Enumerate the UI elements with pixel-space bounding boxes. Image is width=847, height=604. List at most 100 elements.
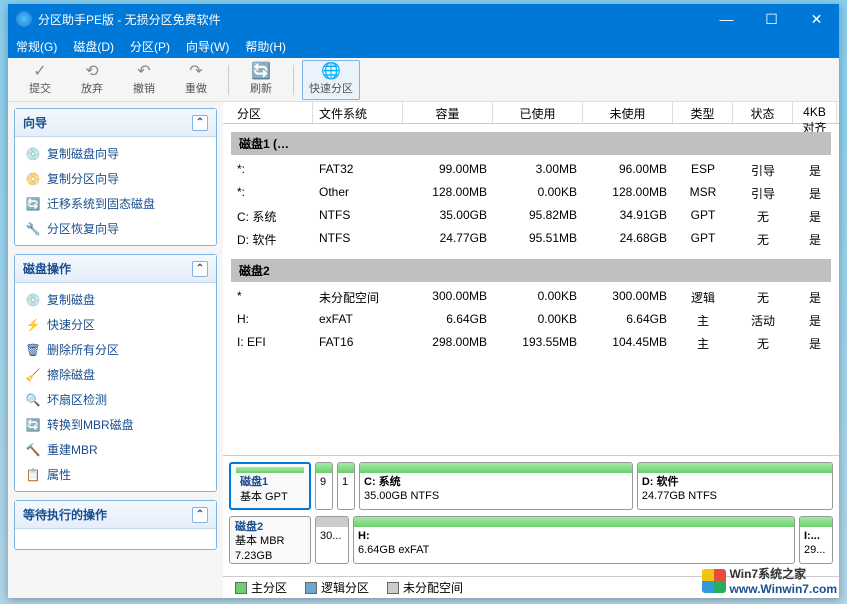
col-free[interactable]: 未使用 — [583, 102, 673, 123]
panel-pending-body — [15, 529, 216, 549]
disk1-part-d[interactable]: D: 软件24.77GB NTFS — [637, 462, 833, 510]
menu-help[interactable]: 帮助(H) — [245, 38, 286, 55]
toolbar-redo[interactable]: ↷重做 — [172, 60, 220, 100]
legend-logical: 逻辑分区 — [305, 579, 369, 596]
maximize-button[interactable]: ☐ — [749, 4, 794, 34]
close-button[interactable]: ✕ — [794, 4, 839, 34]
menu-bar: 常规(G) 磁盘(D) 分区(P) 向导(W) 帮助(H) — [8, 34, 839, 58]
table-body[interactable]: 磁盘1 (…*:FAT3299.00MB3.00MB96.00MBESP引导是*… — [223, 124, 839, 455]
disk1-part-msr[interactable]: 1 — [337, 462, 355, 510]
diskops-item[interactable]: 💿复制磁盘 — [15, 287, 216, 312]
partition-row[interactable]: *未分配空间300.00MB0.00KB300.00MB逻辑无是 — [223, 286, 839, 309]
app-icon — [16, 11, 32, 27]
watermark: Win7系统之家www.Winwin7.com — [702, 565, 837, 596]
menu-partition[interactable]: 分区(P) — [130, 38, 170, 55]
wizard-item-icon: 🔄 — [25, 196, 41, 212]
menu-disk[interactable]: 磁盘(D) — [73, 38, 114, 55]
diskops-item-icon: 🔨 — [25, 442, 41, 458]
diskops-item[interactable]: 🗑删除所有分区 — [15, 337, 216, 362]
col-partition[interactable]: 分区 — [223, 102, 313, 123]
disk1-part-c[interactable]: C: 系统35.00GB NTFS — [359, 462, 633, 510]
menu-general[interactable]: 常规(G) — [16, 38, 57, 55]
title-bar: 分区助手PE版 - 无损分区免费软件 — ☐ ✕ — [8, 4, 839, 34]
refresh-icon: 🔄 — [251, 64, 271, 80]
diskops-item[interactable]: ⚡快速分区 — [15, 312, 216, 337]
diskops-item[interactable]: 🔄转换到MBR磁盘 — [15, 412, 216, 437]
legend-unalloc: 未分配空间 — [387, 579, 463, 596]
wizard-item-icon: 🔧 — [25, 221, 41, 237]
disk2-part-h[interactable]: H:6.64GB exFAT — [353, 516, 795, 564]
panel-diskops: 磁盘操作 ⌃ 💿复制磁盘⚡快速分区🗑删除所有分区🧹擦除磁盘🔍坏扇区检测🔄转换到M… — [14, 254, 217, 492]
panel-diskops-header[interactable]: 磁盘操作 ⌃ — [15, 255, 216, 283]
toolbar-sep2 — [293, 65, 294, 95]
col-fs[interactable]: 文件系统 — [313, 102, 403, 123]
window-title: 分区助手PE版 - 无损分区免费软件 — [38, 11, 704, 28]
diskops-item-icon: 📋 — [25, 467, 41, 483]
discard-icon: ⟲ — [85, 64, 98, 80]
disk-map: 磁盘1基本 GPT60.00GB 9 1 C: 系统35.00GB NTFS D… — [223, 455, 839, 576]
diskops-item[interactable]: 📋属性 — [15, 462, 216, 487]
disk2-part-unalloc[interactable]: 30... — [315, 516, 349, 564]
panel-wizard: 向导 ⌃ 💿复制磁盘向导📀复制分区向导🔄迁移系统到固态磁盘🔧分区恢复向导 — [14, 108, 217, 246]
menu-wizard[interactable]: 向导(W) — [186, 38, 229, 55]
toolbar-undo[interactable]: ↶撤销 — [120, 60, 168, 100]
col-type[interactable]: 类型 — [673, 102, 733, 123]
partition-row[interactable]: C: 系统NTFS35.00GB95.82MB34.91GBGPT无是 — [223, 205, 839, 228]
quick-partition-icon: 🌐 — [321, 64, 341, 80]
diskops-item-icon: 🧹 — [25, 367, 41, 383]
partition-row[interactable]: H:exFAT6.64GB0.00KB6.64GB主活动是 — [223, 309, 839, 332]
panel-pending-header[interactable]: 等待执行的操作 ⌃ — [15, 501, 216, 529]
diskops-item[interactable]: 🔍坏扇区检测 — [15, 387, 216, 412]
wizard-item[interactable]: 💿复制磁盘向导 — [15, 141, 216, 166]
partition-row[interactable]: I: EFIFAT16298.00MB193.55MB104.45MB主无是 — [223, 332, 839, 355]
panel-diskops-body: 💿复制磁盘⚡快速分区🗑删除所有分区🧹擦除磁盘🔍坏扇区检测🔄转换到MBR磁盘🔨重建… — [15, 283, 216, 491]
col-capacity[interactable]: 容量 — [403, 102, 493, 123]
redo-icon: ↷ — [189, 64, 202, 80]
diskops-item-icon: ⚡ — [25, 317, 41, 333]
app-window: 分区助手PE版 - 无损分区免费软件 — ☐ ✕ 常规(G) 磁盘(D) 分区(… — [8, 4, 839, 598]
wizard-item-icon: 📀 — [25, 171, 41, 187]
diskops-item-icon: 💿 — [25, 292, 41, 308]
toolbar-quick-partition[interactable]: 🌐快速分区 — [302, 60, 360, 100]
diskops-item-icon: 🔄 — [25, 417, 41, 433]
sidebar: 向导 ⌃ 💿复制磁盘向导📀复制分区向导🔄迁移系统到固态磁盘🔧分区恢复向导 磁盘操… — [8, 102, 223, 598]
group-row[interactable]: 磁盘1 (… — [231, 132, 831, 155]
main-content: 向导 ⌃ 💿复制磁盘向导📀复制分区向导🔄迁移系统到固态磁盘🔧分区恢复向导 磁盘操… — [8, 102, 839, 598]
disk1-part-esp[interactable]: 9 — [315, 462, 333, 510]
diskops-item[interactable]: 🧹擦除磁盘 — [15, 362, 216, 387]
table-header: 分区 文件系统 容量 已使用 未使用 类型 状态 4KB对齐 — [223, 102, 839, 124]
col-4k[interactable]: 4KB对齐 — [793, 102, 837, 123]
partition-row[interactable]: *:FAT3299.00MB3.00MB96.00MBESP引导是 — [223, 159, 839, 182]
check-icon: ✓ — [33, 64, 46, 80]
collapse-icon[interactable]: ⌃ — [192, 115, 208, 131]
collapse-icon[interactable]: ⌃ — [192, 507, 208, 523]
disk2-part-i[interactable]: I:...29... — [799, 516, 833, 564]
panel-pending: 等待执行的操作 ⌃ — [14, 500, 217, 550]
toolbar-sep — [228, 65, 229, 95]
toolbar-refresh[interactable]: 🔄刷新 — [237, 60, 285, 100]
wizard-item-icon: 💿 — [25, 146, 41, 162]
window-controls: — ☐ ✕ — [704, 4, 839, 34]
panel-wizard-header[interactable]: 向导 ⌃ — [15, 109, 216, 137]
diskops-item[interactable]: 🔨重建MBR — [15, 437, 216, 462]
minimize-button[interactable]: — — [704, 4, 749, 34]
wizard-item[interactable]: 🔧分区恢复向导 — [15, 216, 216, 241]
partition-row[interactable]: D: 软件NTFS24.77GB95.51MB24.68GBGPT无是 — [223, 228, 839, 251]
toolbar: ✓提交 ⟲放弃 ↶撤销 ↷重做 🔄刷新 🌐快速分区 — [8, 58, 839, 102]
disk2-info[interactable]: 磁盘2基本 MBR7.23GB — [229, 516, 311, 564]
toolbar-commit[interactable]: ✓提交 — [16, 60, 64, 100]
collapse-icon[interactable]: ⌃ — [192, 261, 208, 277]
group-row[interactable]: 磁盘2 — [231, 259, 831, 282]
col-used[interactable]: 已使用 — [493, 102, 583, 123]
disk1-info[interactable]: 磁盘1基本 GPT60.00GB — [229, 462, 311, 510]
col-status[interactable]: 状态 — [733, 102, 793, 123]
toolbar-discard[interactable]: ⟲放弃 — [68, 60, 116, 100]
undo-icon: ↶ — [137, 64, 150, 80]
partition-row[interactable]: *:Other128.00MB0.00KB128.00MBMSR引导是 — [223, 182, 839, 205]
wizard-item[interactable]: 🔄迁移系统到固态磁盘 — [15, 191, 216, 216]
wizard-item[interactable]: 📀复制分区向导 — [15, 166, 216, 191]
diskops-item-icon: 🗑 — [25, 342, 41, 358]
watermark-logo — [702, 569, 726, 593]
diskops-item-icon: 🔍 — [25, 392, 41, 408]
right-pane: 分区 文件系统 容量 已使用 未使用 类型 状态 4KB对齐 磁盘1 (… *:F… — [223, 102, 839, 598]
